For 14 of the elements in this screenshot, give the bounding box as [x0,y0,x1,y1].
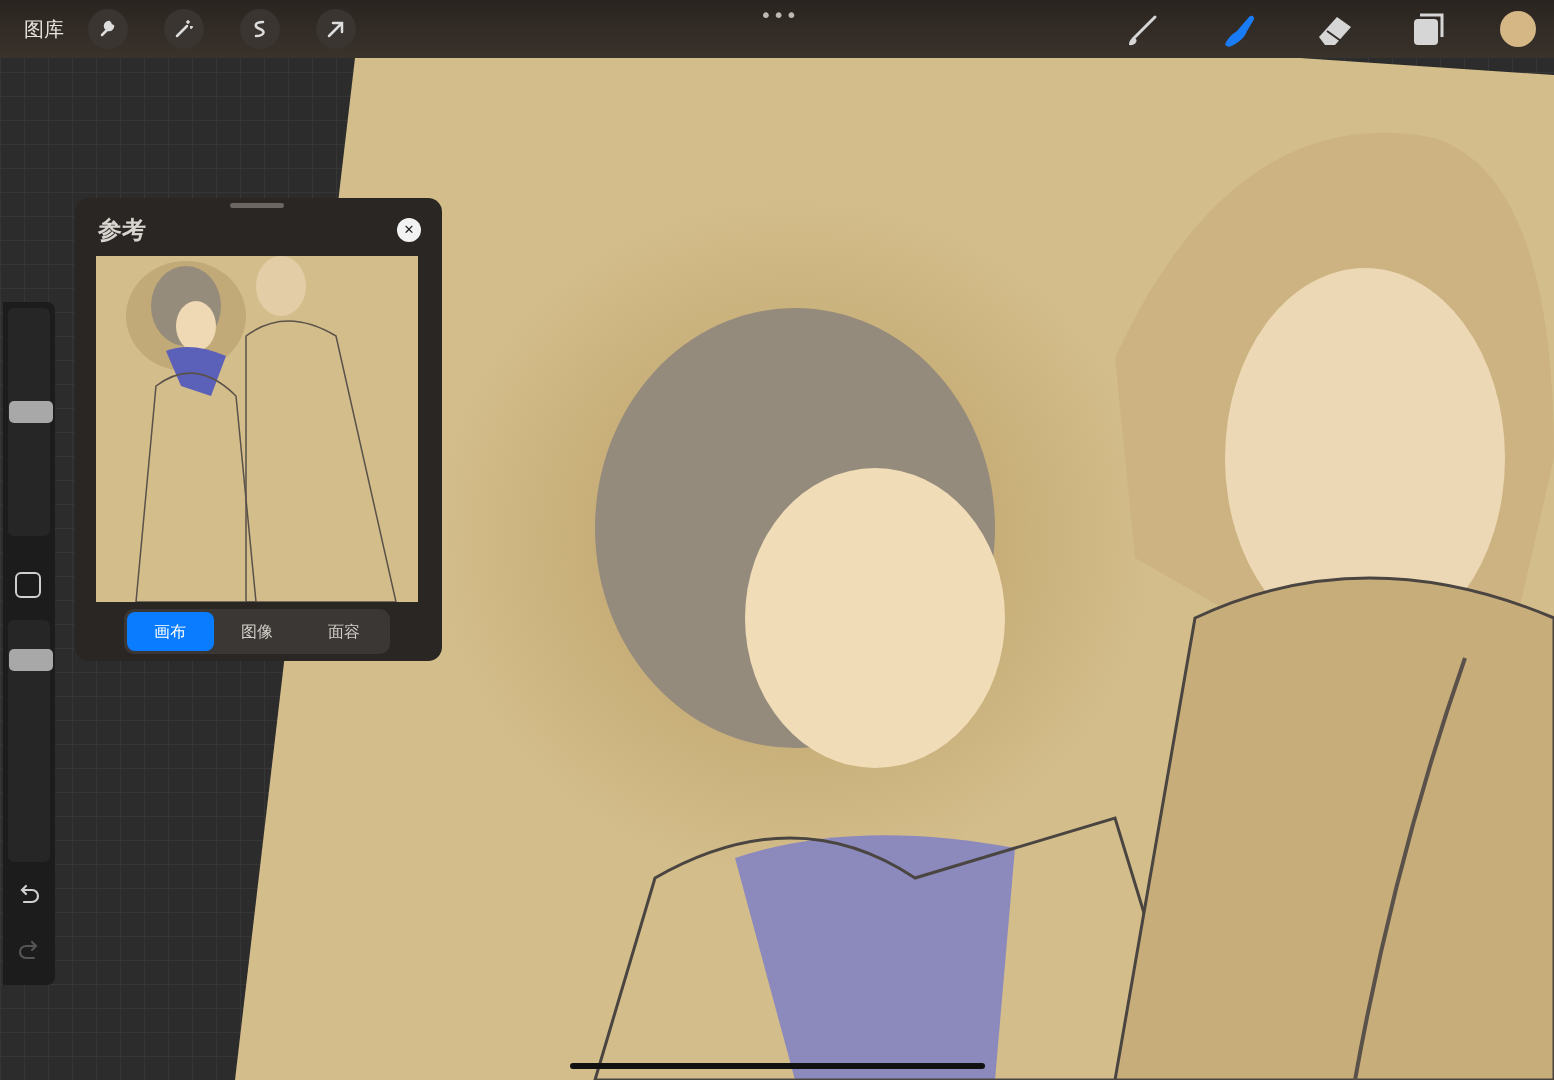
tool-button[interactable] [88,9,128,49]
more-menu[interactable]: ••• [760,0,799,30]
panel-title: 参考 [98,215,146,246]
tool-button[interactable] [240,9,280,49]
tool-button[interactable] [164,9,204,49]
gallery-link[interactable]: 图库 [24,14,64,44]
tool-button[interactable] [316,9,356,49]
color-swatch[interactable] [1500,11,1536,47]
slider-track[interactable] [8,308,50,536]
slider-thumb[interactable] [9,400,53,423]
segment-tab[interactable]: 画布 [127,612,214,651]
slider-thumb[interactable] [9,648,53,671]
modify-button[interactable] [15,572,41,598]
slider-track[interactable] [8,620,50,862]
